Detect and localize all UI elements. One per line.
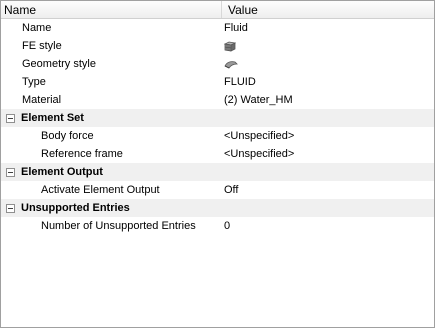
- property-label: Geometry style: [22, 58, 96, 70]
- group-label: Unsupported Entries: [21, 202, 130, 214]
- property-label: Material: [22, 94, 62, 106]
- property-row-name[interactable]: Name Fluid: [1, 19, 434, 37]
- property-label: Name: [22, 22, 52, 34]
- property-label: Body force: [41, 130, 94, 142]
- property-value[interactable]: Off: [222, 184, 238, 196]
- property-label: Activate Element Output: [41, 184, 160, 196]
- property-label: FE style: [22, 40, 62, 52]
- group-header: Element Set: [1, 112, 222, 124]
- property-row-body-force[interactable]: Body force <Unspecified>: [1, 127, 434, 145]
- group-unsupported-entries[interactable]: Unsupported Entries: [1, 199, 434, 217]
- property-row-geometry-style[interactable]: Geometry style: [1, 55, 434, 73]
- property-value[interactable]: FLUID: [222, 76, 256, 88]
- collapse-toggle-icon[interactable]: [6, 113, 15, 123]
- table-header: Name Value: [1, 1, 434, 19]
- property-value[interactable]: [222, 60, 238, 69]
- property-value[interactable]: <Unspecified>: [222, 148, 294, 160]
- collapse-toggle-icon[interactable]: [6, 203, 15, 213]
- collapse-toggle-icon[interactable]: [6, 167, 15, 177]
- shape-icon[interactable]: [224, 60, 238, 69]
- property-value: 0: [224, 220, 231, 232]
- property-row-activate-element-output[interactable]: Activate Element Output Off: [1, 181, 434, 199]
- property-row-type[interactable]: Type FLUID: [1, 73, 434, 91]
- property-row-fe-style[interactable]: FE style: [1, 37, 434, 55]
- group-label: Element Output: [21, 166, 103, 178]
- cube-icon[interactable]: [223, 41, 237, 52]
- name-column-header[interactable]: Name: [1, 1, 222, 18]
- property-table: Name Value Name Fluid FE style Geometry …: [0, 0, 435, 328]
- property-value[interactable]: (2) Water_HM: [222, 94, 293, 106]
- property-value[interactable]: <Unspecified>: [222, 130, 294, 142]
- group-element-output[interactable]: Element Output: [1, 163, 434, 181]
- property-row-reference-frame[interactable]: Reference frame <Unspecified>: [1, 145, 434, 163]
- group-header: Element Output: [1, 166, 222, 178]
- property-row-material[interactable]: Material (2) Water_HM: [1, 91, 434, 109]
- property-label: Reference frame: [41, 148, 123, 160]
- group-label: Element Set: [21, 112, 84, 124]
- property-value[interactable]: Fluid: [222, 22, 248, 34]
- property-label: Number of Unsupported Entries: [41, 220, 196, 232]
- value-column-header[interactable]: Value: [222, 1, 258, 19]
- group-element-set[interactable]: Element Set: [1, 109, 434, 127]
- property-label: Type: [22, 76, 46, 88]
- property-row-number-of-unsupported-entries[interactable]: Number of Unsupported Entries 0: [1, 217, 434, 235]
- property-value[interactable]: [222, 41, 237, 52]
- group-header: Unsupported Entries: [1, 202, 222, 214]
